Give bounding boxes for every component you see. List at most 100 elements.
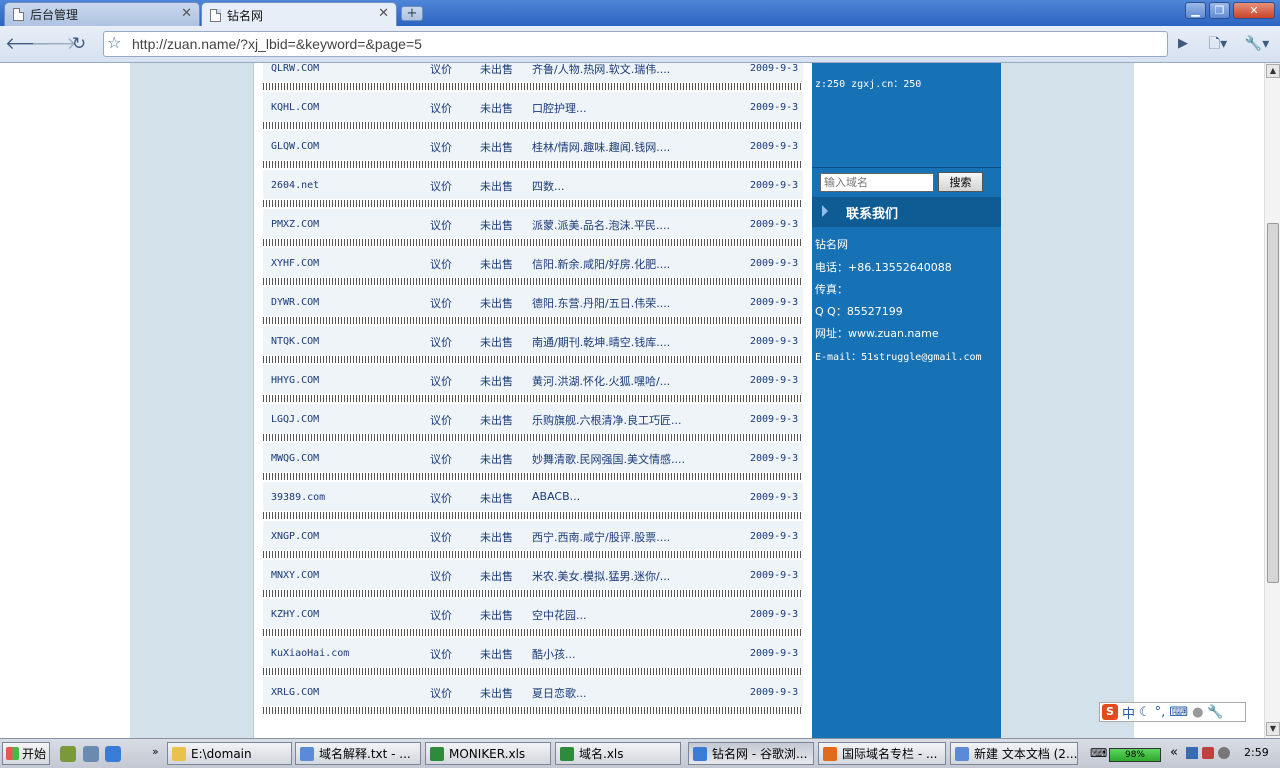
tray-volume-icon[interactable] — [1218, 747, 1230, 759]
ime-toolbar[interactable]: S 中 ☾ °, ⌨ ● 🔧 — [1099, 702, 1246, 722]
row-separator — [263, 356, 803, 363]
start-button[interactable]: 开始 — [2, 742, 50, 765]
scroll-thumb[interactable] — [1267, 223, 1279, 583]
taskbar-task[interactable]: 域名解释.txt - ... — [295, 742, 421, 765]
sogou-logo-icon[interactable]: S — [1102, 704, 1118, 720]
close-window-button[interactable]: ✕ — [1233, 2, 1275, 19]
domain-name-link[interactable]: 39389.com — [271, 492, 325, 503]
domain-search-input[interactable] — [820, 173, 934, 192]
domain-name-link[interactable]: HHYG.COM — [271, 375, 319, 386]
domain-name-link[interactable]: XYHF.COM — [271, 258, 319, 269]
domain-name-link[interactable]: MWQG.COM — [271, 453, 319, 464]
domain-date: 2009-9-3 — [750, 180, 799, 191]
domain-name-link[interactable]: GLQW.COM — [271, 141, 319, 152]
domain-description: 乐购旗舰.六根清净.良工巧匠... — [532, 414, 682, 427]
reload-icon[interactable]: ↻ — [67, 33, 91, 55]
domain-name-link[interactable]: XRLG.COM — [271, 687, 319, 698]
page-icon — [210, 8, 221, 22]
task-app-icon — [955, 746, 969, 761]
moon-icon[interactable]: ☾ — [1139, 705, 1151, 720]
domain-name-link[interactable]: DYWR.COM — [271, 297, 319, 308]
domain-date: 2009-9-3 — [750, 336, 799, 347]
wrench-menu-icon[interactable]: 🔧▾ — [1240, 33, 1274, 55]
domain-date: 2009-9-3 — [750, 63, 799, 74]
taskbar-task[interactable]: E:\domain — [167, 742, 292, 765]
taskbar-task[interactable]: 国际域名专栏 - ... — [818, 742, 946, 765]
taskbar-task[interactable]: MONIKER.xls — [425, 742, 551, 765]
row-separator — [263, 317, 803, 324]
keyboard-icon[interactable]: ⌨ — [1169, 705, 1188, 720]
tab-label: 后台管理 — [30, 8, 79, 22]
domain-status: 未出售 — [480, 180, 513, 193]
taskbar-task[interactable]: 新建 文本文档 (2... — [950, 742, 1078, 765]
user-icon[interactable]: ● — [1192, 705, 1203, 720]
contact-email[interactable]: E-mail：51struggle@gmail.com — [815, 348, 982, 363]
bookmark-star-icon[interactable]: ☆ — [107, 33, 121, 52]
contact-site[interactable]: 网址：www.zuan.name — [815, 325, 939, 341]
row-separator — [263, 200, 803, 207]
domain-name-link[interactable]: KQHL.COM — [271, 102, 319, 113]
tray-app-icon[interactable] — [1202, 747, 1214, 759]
scroll-down-icon[interactable]: ▼ — [1266, 722, 1280, 736]
scroll-up-icon[interactable]: ▲ — [1266, 64, 1280, 78]
domain-status: 未出售 — [480, 258, 513, 271]
contact-qq: Q Q：85527199 — [815, 305, 903, 318]
domain-name-link[interactable]: LGQJ.COM — [271, 414, 319, 425]
row-separator — [263, 434, 803, 441]
task-app-icon — [693, 746, 707, 761]
sidebar-top-line: z:250 zgxj.cn：250 — [815, 79, 922, 90]
minimize-button[interactable]: ▁ — [1185, 2, 1206, 19]
domain-price: 议价 — [430, 336, 452, 349]
quicklaunch-desktop-icon[interactable] — [83, 746, 99, 762]
domain-name-link[interactable]: KZHY.COM — [271, 609, 319, 620]
domain-name-link[interactable]: PMXZ.COM — [271, 219, 319, 230]
new-tab-button[interactable]: + — [401, 6, 423, 21]
chinese-mode-icon[interactable]: 中 — [1122, 703, 1135, 722]
taskbar-task[interactable]: 钻名网 - 谷歌浏... — [688, 742, 814, 765]
battery-indicator[interactable]: 98% — [1109, 748, 1161, 762]
domain-name-link[interactable]: KuXiaoHai.com — [271, 648, 349, 659]
tray-expand-icon[interactable]: « — [1170, 745, 1178, 760]
page-viewport: QLRW.COM 议价 未出售 齐鲁/人物.热网.软文.瑞伟.... 2009-9-3 K… — [0, 63, 1264, 738]
quicklaunch-app-icon[interactable] — [60, 746, 76, 762]
domain-description: 西宁.西南.咸宁/股评.股票.... — [532, 531, 671, 544]
punctuation-icon[interactable]: °, — [1155, 705, 1166, 720]
close-icon[interactable]: ✕ — [181, 6, 192, 21]
domain-description: 齐鲁/人物.热网.软文.瑞伟.... — [532, 63, 671, 76]
forward-icon[interactable]: 🡒 — [31, 33, 77, 55]
domain-price: 议价 — [430, 570, 452, 583]
page-scrollbar[interactable]: ▲ ▼ — [1264, 63, 1280, 738]
tab-admin[interactable]: 后台管理 ✕ — [4, 2, 200, 26]
tray-network-icon[interactable] — [1186, 747, 1198, 759]
domain-price: 议价 — [430, 609, 452, 622]
taskbar-task[interactable]: 域名.xls — [555, 742, 681, 765]
row-separator — [263, 551, 803, 558]
domain-date: 2009-9-3 — [750, 219, 799, 230]
clock[interactable]: 2:59 — [1244, 746, 1269, 759]
domain-name-link[interactable]: 2604.net — [271, 180, 319, 191]
domain-name-link[interactable]: MNXY.COM — [271, 570, 319, 581]
domain-price: 议价 — [430, 102, 452, 115]
row-separator — [263, 629, 803, 636]
tab-label: 钻名网 — [227, 8, 264, 23]
sidebar-top-text: z:250 zgxj.cn：250 — [815, 63, 1000, 92]
search-button[interactable]: 搜索 — [938, 172, 983, 192]
tray-keyboard-icon[interactable]: ⌨ — [1090, 746, 1107, 760]
go-icon[interactable]: ▶ — [1171, 33, 1195, 55]
close-icon[interactable]: ✕ — [378, 6, 389, 21]
domain-status: 未出售 — [480, 609, 513, 622]
tab-zuanming[interactable]: 钻名网 ✕ — [201, 2, 397, 27]
domain-description: 信阳.新余.咸阳/好房.化肥.... — [532, 258, 671, 271]
domain-description: 空中花园... — [532, 609, 587, 622]
quicklaunch-more-icon[interactable]: » — [152, 745, 159, 758]
url-input[interactable] — [132, 35, 1152, 53]
wrench-icon[interactable]: 🔧 — [1207, 705, 1223, 720]
domain-name-link[interactable]: QLRW.COM — [271, 63, 319, 74]
address-bar[interactable]: ☆ — [103, 31, 1168, 57]
page-menu-icon[interactable]: 🗋▾ — [1203, 33, 1233, 55]
domain-name-link[interactable]: NTQK.COM — [271, 336, 319, 347]
maximize-button[interactable]: ❐ — [1209, 2, 1230, 19]
domain-name-link[interactable]: XNGP.COM — [271, 531, 319, 542]
quicklaunch-ie-icon[interactable] — [105, 746, 121, 762]
back-icon[interactable]: 🡐 — [5, 33, 51, 55]
